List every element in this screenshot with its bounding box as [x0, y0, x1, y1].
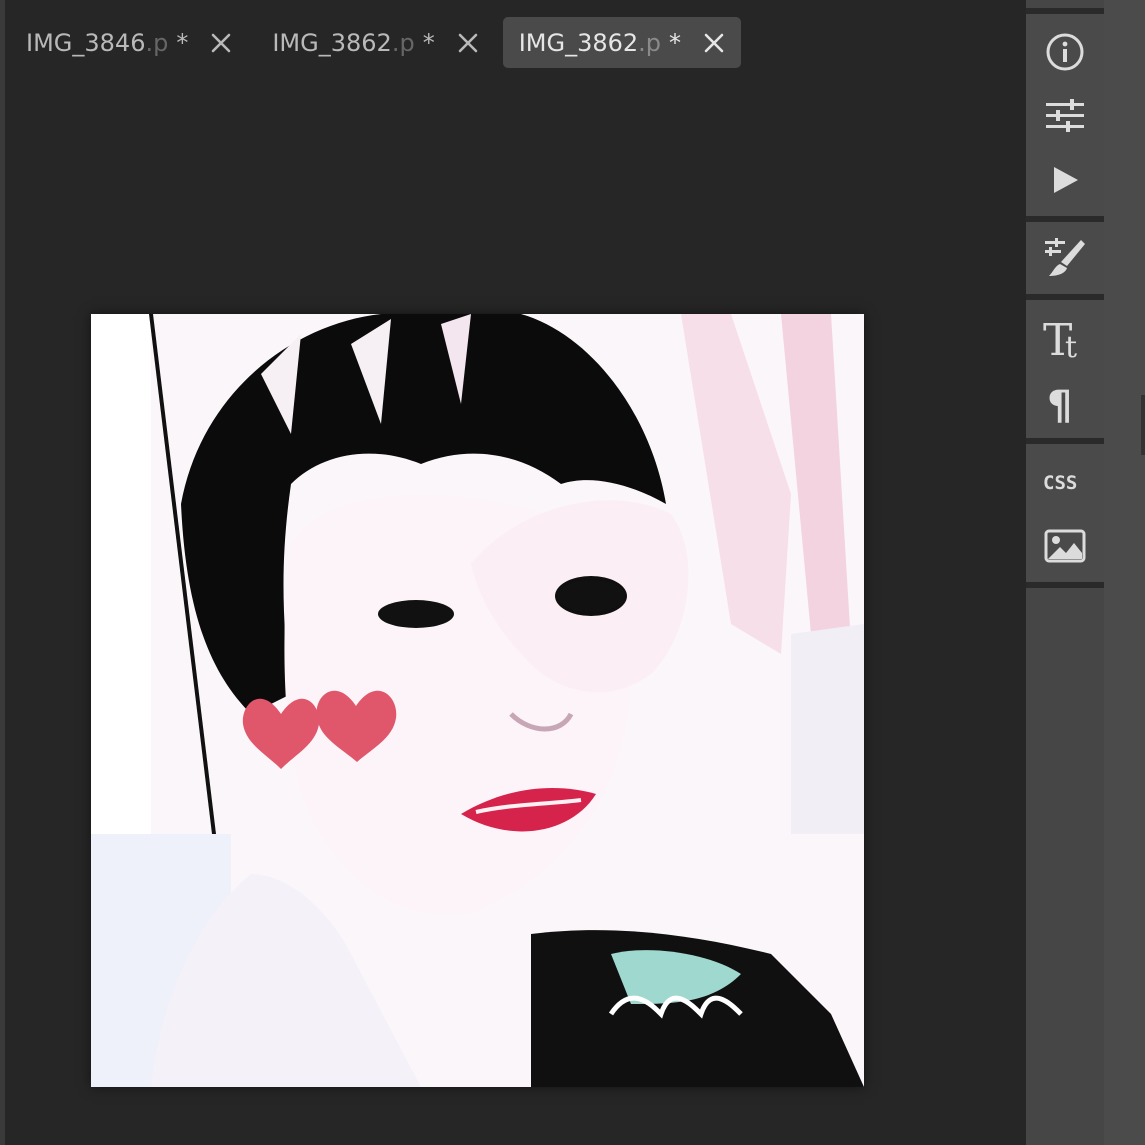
- paragraph-button[interactable]: ¶: [1026, 374, 1104, 434]
- svg-text:t: t: [1065, 330, 1077, 361]
- edited-photo[interactable]: [91, 314, 864, 1087]
- play-icon: [1054, 167, 1078, 193]
- tab-modified-marker: *: [176, 28, 189, 57]
- tab-title: IMG_3862: [272, 28, 392, 57]
- info-button[interactable]: [1026, 22, 1104, 82]
- tab-modified-marker: *: [422, 28, 435, 57]
- tab-title: IMG_3846: [26, 28, 146, 57]
- panel-resize-handle[interactable]: [1141, 395, 1145, 455]
- info-icon: [1046, 33, 1084, 71]
- sliders-icon: [1046, 99, 1084, 132]
- close-icon[interactable]: [210, 32, 232, 54]
- tab-extension: .p: [391, 28, 415, 57]
- canvas-workspace: IMG_3846 .p * IMG_3862 .p * IMG_3862 .p *: [5, 0, 1026, 1145]
- image-button[interactable]: [1026, 516, 1104, 576]
- brush-settings-button[interactable]: [1026, 228, 1104, 288]
- text-button[interactable]: T t: [1026, 308, 1104, 368]
- svg-text:CSS: CSS: [1043, 472, 1077, 494]
- tab-extension: .p: [638, 28, 662, 57]
- stylized-portrait-image: [91, 314, 864, 1087]
- toolbar-divider: [1026, 582, 1104, 588]
- tab-img-3862[interactable]: IMG_3862 .p *: [256, 17, 494, 68]
- tab-title: IMG_3862: [518, 28, 639, 57]
- tab-img-3862-active[interactable]: IMG_3862 .p *: [502, 17, 742, 68]
- image-icon: [1044, 529, 1086, 563]
- close-icon[interactable]: [457, 32, 479, 54]
- close-icon[interactable]: [703, 32, 725, 54]
- text-tt-icon: T t: [1043, 315, 1077, 361]
- paragraph-icon: ¶: [1047, 383, 1072, 425]
- adjustments-button[interactable]: [1026, 86, 1104, 146]
- css-button[interactable]: CSS: [1026, 452, 1104, 512]
- brush-settings-icon: [1045, 238, 1085, 276]
- document-tabs: IMG_3846 .p * IMG_3862 .p * IMG_3862 .p *: [10, 17, 749, 69]
- css-icon: CSS: [1043, 472, 1077, 494]
- play-button[interactable]: [1026, 150, 1104, 210]
- right-panel-edge: [1104, 0, 1145, 1145]
- tab-img-3846[interactable]: IMG_3846 .p *: [10, 17, 248, 68]
- tab-extension: .p: [145, 28, 169, 57]
- svg-text:¶: ¶: [1047, 383, 1072, 425]
- tab-modified-marker: *: [669, 28, 682, 57]
